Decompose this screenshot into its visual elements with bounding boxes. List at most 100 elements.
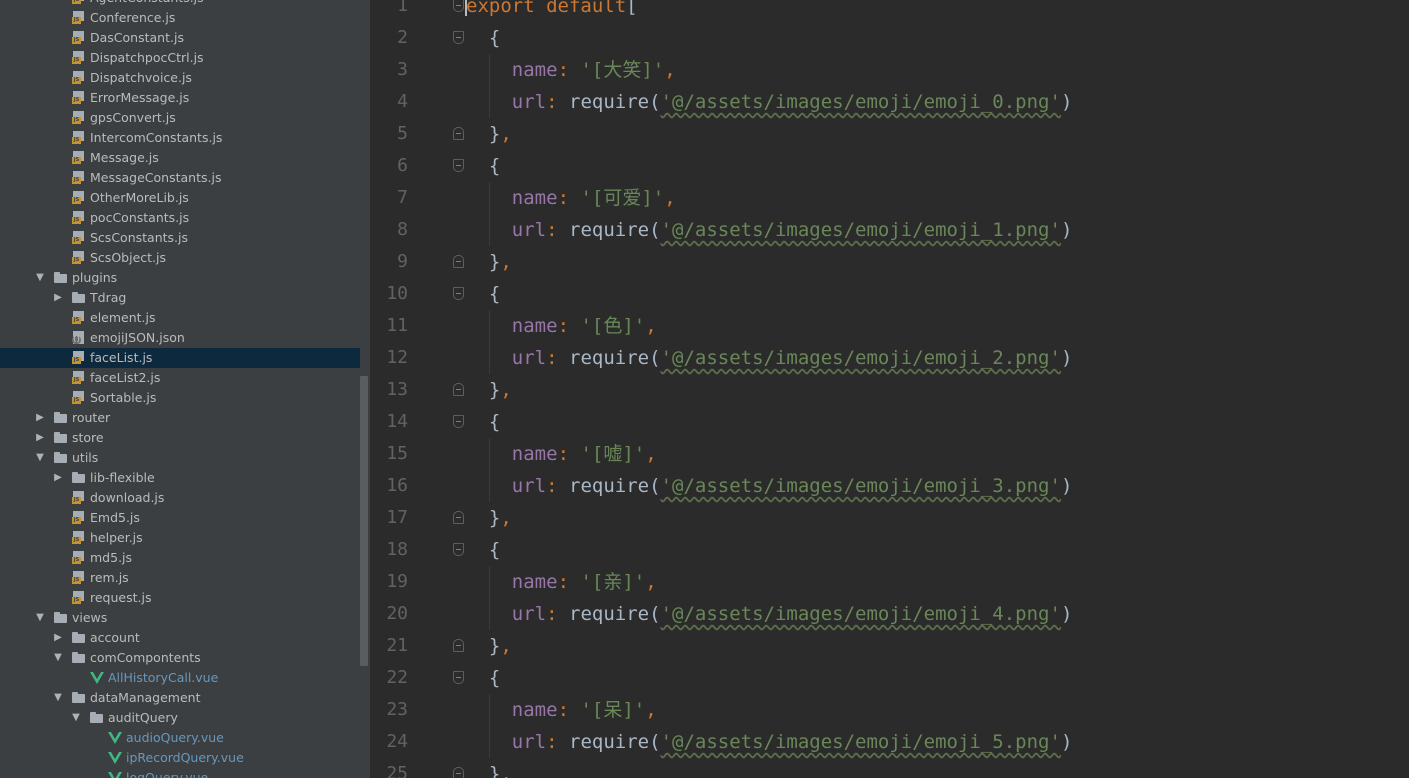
javascript-file-icon [72,171,86,185]
string-literal: '[嘘]' [580,443,646,465]
tree-file[interactable]: AgentConstants.js [0,0,360,8]
paren-close: ) [1060,219,1073,241]
tree-file[interactable]: emojiJSON.json [0,328,360,348]
tree-file[interactable]: helper.js [0,528,360,548]
tree-item-label: md5.js [90,550,133,565]
tree-file[interactable]: ScsObject.js [0,248,360,268]
tree-folder[interactable]: ▶ Tdrag [0,288,360,308]
line-number: 15 [386,443,408,464]
tree-file[interactable]: DispatchpocCtrl.js [0,48,360,68]
tree-file[interactable]: gpsConvert.js [0,108,360,128]
property-url: url [511,603,547,625]
javascript-file-icon [72,231,86,245]
code-line: 6{ [370,150,1409,182]
tree-file[interactable]: ErrorMessage.js [0,88,360,108]
tree-folder[interactable]: ▼ dataManagement [0,688,360,708]
tree-file[interactable]: Emd5.js [0,508,360,528]
fold-toggle-icon[interactable] [453,383,464,396]
fold-toggle-icon[interactable] [453,127,464,140]
tree-file[interactable]: download.js [0,488,360,508]
fold-toggle-icon[interactable] [453,639,464,652]
tree-file[interactable]: audioQuery.vue [0,728,360,748]
chevron-down-icon[interactable]: ▼ [52,648,64,668]
fold-toggle-icon[interactable] [453,0,464,12]
chevron-right-icon[interactable]: ▶ [52,288,64,308]
tree-file[interactable]: IntercomConstants.js [0,128,360,148]
tree-folder[interactable]: ▶ router [0,408,360,428]
code-editor[interactable]: 1 export default[2{3 name: '[大笑]', 4 url: re… [370,0,1409,778]
code-line: 17}, [370,502,1409,534]
fold-toggle-icon[interactable] [453,671,464,684]
tree-file[interactable]: ipRecordQuery.vue [0,748,360,768]
tree-file[interactable]: OtherMoreLib.js [0,188,360,208]
tree-file[interactable]: AllHistoryCall.vue [0,668,360,688]
tree-file[interactable]: element.js [0,308,360,328]
tree-file[interactable]: logQuery.vue [0,768,360,778]
tree-file[interactable]: md5.js [0,548,360,568]
fold-toggle-icon[interactable] [453,543,464,556]
chevron-right-icon[interactable]: ▶ [52,628,64,648]
chevron-right-icon[interactable]: ▶ [34,428,46,448]
brace-open: { [488,155,501,177]
paren-open: ( [649,347,661,369]
code-line: 19 name: '[亲]', [370,566,1409,598]
code-line: 20 url: require('@/assets/images/emoji/em… [370,598,1409,630]
line-number: 20 [386,603,408,624]
chevron-down-icon[interactable]: ▼ [34,268,46,288]
project-tree-scrollbar[interactable] [360,376,368,666]
fold-toggle-icon[interactable] [453,159,464,172]
code-line: 13}, [370,374,1409,406]
tree-folder[interactable]: ▼ comCompontents [0,648,360,668]
fold-toggle-icon[interactable] [453,767,464,778]
javascript-file-icon [72,551,86,565]
tree-folder[interactable]: ▶ lib-flexible [0,468,360,488]
tree-file[interactable]: pocConstants.js [0,208,360,228]
paren-close: ) [1060,347,1073,369]
tree-file[interactable]: Dispatchvoice.js [0,68,360,88]
fold-toggle-icon[interactable] [453,255,464,268]
line-number: 8 [397,219,408,240]
tree-file[interactable]: rem.js [0,568,360,588]
fold-toggle-icon[interactable] [453,287,464,300]
chevron-right-icon[interactable]: ▶ [52,468,64,488]
chevron-down-icon[interactable]: ▼ [70,708,82,728]
fold-toggle-icon[interactable] [453,31,464,44]
tree-file[interactable]: Sortable.js [0,388,360,408]
tree-folder[interactable]: ▼ views [0,608,360,628]
code-text: }, [489,246,512,278]
tree-file[interactable]: DasConstant.js [0,28,360,48]
code-line: 3 name: '[大笑]', [370,54,1409,86]
path-string: '@/assets/images/emoji/emoji_2.png' [660,347,1061,369]
tree-folder[interactable]: ▼ utils [0,448,360,468]
colon: : [557,699,570,721]
line-number: 18 [386,539,408,560]
tree-file[interactable]: request.js [0,588,360,608]
code-text: { [489,278,500,310]
code-lines: 1 export default[2{3 name: '[大笑]', 4 url: re… [370,0,1409,778]
code-line: 12 url: require('@/assets/images/emoji/em… [370,342,1409,374]
tree-folder[interactable]: ▼ plugins [0,268,360,288]
tree-file[interactable]: ScsConstants.js [0,228,360,248]
line-number: 7 [397,187,408,208]
tree-file[interactable]: Conference.js [0,8,360,28]
line-number: 17 [386,507,408,528]
tree-folder[interactable]: ▶ account [0,628,360,648]
tree-file[interactable]: Message.js [0,148,360,168]
chevron-down-icon[interactable]: ▼ [34,608,46,628]
code-line: 9}, [370,246,1409,278]
tree-folder[interactable]: ▶ store [0,428,360,448]
chevron-down-icon[interactable]: ▼ [52,688,64,708]
tree-folder[interactable]: ▼ auditQuery [0,708,360,728]
fold-toggle-icon[interactable] [453,415,464,428]
tree-item-label: utils [72,450,99,465]
javascript-file-icon [72,211,86,225]
bracket: [ [626,0,638,17]
comma: , [500,635,512,657]
chevron-right-icon[interactable]: ▶ [34,408,46,428]
tree-file[interactable]: MessageConstants.js [0,168,360,188]
chevron-down-icon[interactable]: ▼ [34,448,46,468]
tree-file[interactable]: faceList.js [0,348,360,368]
indent-guide [488,694,490,726]
fold-toggle-icon[interactable] [453,511,464,524]
tree-file[interactable]: faceList2.js [0,368,360,388]
